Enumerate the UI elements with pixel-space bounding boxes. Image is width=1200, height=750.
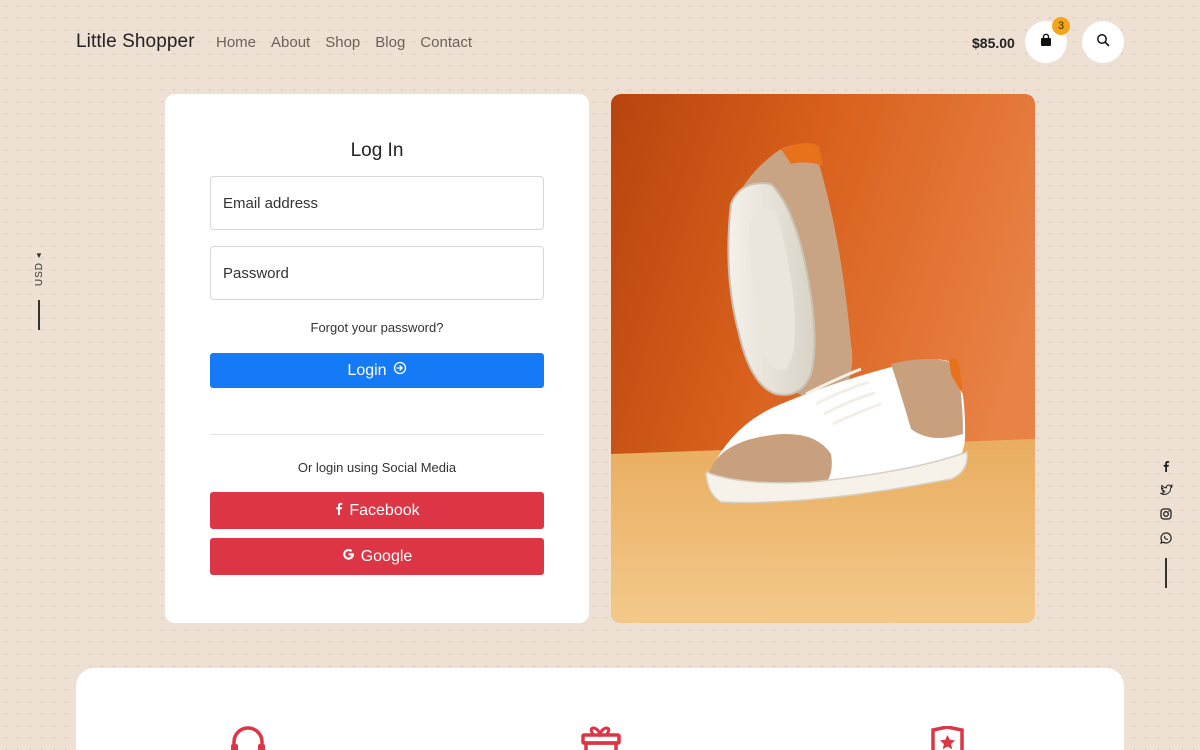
google-icon bbox=[342, 548, 355, 566]
divider bbox=[210, 434, 544, 435]
nav-blog[interactable]: Blog bbox=[375, 34, 405, 51]
nav-shop[interactable]: Shop bbox=[325, 34, 360, 51]
search-button[interactable] bbox=[1082, 21, 1124, 63]
facebook-icon[interactable] bbox=[1159, 459, 1173, 473]
nav-about[interactable]: About bbox=[271, 34, 310, 51]
main-nav: Home About Shop Blog Contact bbox=[216, 34, 472, 51]
social-links bbox=[1158, 459, 1174, 545]
right-rail-line bbox=[1165, 558, 1167, 588]
cart-count-badge: 3 bbox=[1052, 17, 1070, 35]
headset-icon bbox=[230, 726, 270, 750]
sign-in-icon bbox=[393, 361, 407, 380]
twitter-icon[interactable] bbox=[1159, 483, 1173, 497]
forgot-password-link[interactable]: Forgot your password? bbox=[210, 320, 544, 335]
facebook-button-label: Facebook bbox=[349, 501, 420, 519]
login-button-label: Login bbox=[347, 361, 387, 379]
cart-total: $85.00 bbox=[972, 35, 1015, 51]
google-button-label: Google bbox=[360, 547, 413, 565]
whatsapp-icon[interactable] bbox=[1159, 531, 1173, 545]
currency-label: USD bbox=[33, 262, 45, 287]
left-rail-line bbox=[38, 300, 40, 330]
currency-selector[interactable]: ▼ USD bbox=[30, 252, 48, 292]
nav-contact[interactable]: Contact bbox=[420, 34, 472, 51]
google-login-button[interactable]: Google bbox=[210, 538, 544, 575]
brand-logo[interactable]: Little Shopper bbox=[76, 31, 195, 53]
password-field[interactable] bbox=[210, 246, 544, 300]
facebook-login-button[interactable]: Facebook bbox=[210, 492, 544, 529]
instagram-icon[interactable] bbox=[1159, 507, 1173, 521]
social-login-text: Or login using Social Media bbox=[297, 460, 457, 475]
caret-down-icon: ▼ bbox=[35, 251, 43, 260]
login-title: Log In bbox=[350, 140, 404, 161]
login-button[interactable]: Login bbox=[210, 353, 544, 388]
nav-home[interactable]: Home bbox=[216, 34, 256, 51]
shopping-bag-icon bbox=[1039, 33, 1053, 52]
gift-icon bbox=[581, 726, 621, 750]
search-icon bbox=[1096, 33, 1110, 52]
facebook-icon bbox=[334, 502, 343, 520]
email-field[interactable] bbox=[210, 176, 544, 230]
shoes-photo bbox=[611, 94, 1035, 623]
shield-star-icon bbox=[929, 725, 969, 750]
